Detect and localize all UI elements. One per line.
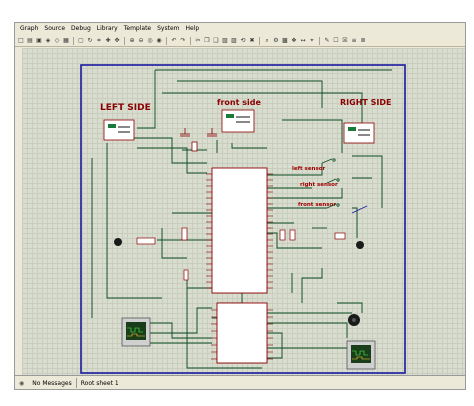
isis-window: Graph Source Debug Library Template Syst…: [14, 22, 466, 390]
toolbar-separator: [319, 36, 320, 45]
front-sensor-module[interactable]: [221, 109, 255, 133]
heading-front-side: front side: [217, 98, 261, 107]
remove-sheet-icon[interactable]: ☒: [341, 37, 349, 45]
toolbar-separator: [73, 36, 74, 45]
area-icon[interactable]: ▢: [77, 37, 85, 45]
bill-icon[interactable]: ≣: [359, 37, 367, 45]
right-sensor-module[interactable]: [343, 122, 375, 144]
buzzer-led[interactable]: [334, 205, 368, 249]
menu-system[interactable]: System: [154, 23, 182, 35]
pan-icon[interactable]: ✥: [113, 37, 121, 45]
make-device-icon[interactable]: ⚙: [272, 37, 280, 45]
status-indicator-icon: ◉: [19, 379, 25, 387]
menu-graph[interactable]: Graph: [17, 23, 41, 35]
block-copy-icon[interactable]: ▧: [221, 37, 229, 45]
menu-bar: Graph Source Debug Library Template Syst…: [15, 23, 465, 35]
netlist-icon[interactable]: ≡: [350, 37, 358, 45]
front-sensor-label: front sensor: [298, 202, 336, 208]
print-icon[interactable]: ▦: [62, 37, 70, 45]
microcontroller-chip[interactable]: [206, 167, 273, 294]
left-sensor-module[interactable]: [103, 119, 135, 141]
refresh-icon[interactable]: ↻: [86, 37, 94, 45]
left-motor[interactable]: [114, 237, 156, 246]
undo-icon[interactable]: ↶: [170, 37, 178, 45]
schematic-canvas[interactable]: LEFT SIDE front side RIGHT SIDE left sen…: [22, 48, 465, 375]
search-tag-icon[interactable]: ⌖: [308, 37, 316, 45]
new-sheet-icon[interactable]: ☐: [332, 37, 340, 45]
copy-icon[interactable]: ❐: [203, 37, 211, 45]
toolbar-separator: [166, 36, 167, 45]
zoom-in-icon[interactable]: ⊕: [128, 37, 136, 45]
open-icon[interactable]: ▤: [26, 37, 34, 45]
menu-library[interactable]: Library: [94, 23, 121, 35]
save-icon[interactable]: ▣: [35, 37, 43, 45]
pick-icon[interactable]: ⌕: [263, 37, 271, 45]
block-delete-icon[interactable]: ✖: [248, 37, 256, 45]
grid-icon[interactable]: ⌗: [95, 37, 103, 45]
status-sheet[interactable]: Root sheet 1: [77, 380, 123, 387]
menu-help[interactable]: Help: [183, 23, 203, 35]
new-icon[interactable]: □: [17, 37, 25, 45]
status-messages[interactable]: No Messages: [28, 380, 76, 387]
zoom-area-icon[interactable]: ◉: [155, 37, 163, 45]
oscilloscope-right[interactable]: [346, 340, 376, 370]
menu-debug[interactable]: Debug: [68, 23, 94, 35]
toolbar-separator: [124, 36, 125, 45]
schematic-drawing: LEFT SIDE front side RIGHT SIDE left sen…: [80, 64, 406, 374]
block-move-icon[interactable]: ▨: [230, 37, 238, 45]
export-icon[interactable]: ◇: [53, 37, 61, 45]
oscilloscope-left[interactable]: [121, 317, 151, 347]
cut-icon[interactable]: ✂: [194, 37, 202, 45]
block-rotate-icon[interactable]: ⟲: [239, 37, 247, 45]
zoom-out-icon[interactable]: ⊖: [137, 37, 145, 45]
property-assign-icon[interactable]: ✎: [323, 37, 331, 45]
toolbar: □ ▤ ▣ ◈ ◇ ▦ ▢ ↻ ⌗ ✚ ✥ ⊕ ⊖ ◎ ◉ ↶ ↷ ✂ ❐ ❑ ▧ ▨ ⟲ ✖ ⌕ ⚙ ▩ ❖ ↔ ⌖ ✎ ☐ ☒ ≡ ≣: [15, 35, 465, 47]
decompose-icon[interactable]: ❖: [290, 37, 298, 45]
redo-icon[interactable]: ↷: [179, 37, 187, 45]
right-sensor-label: right sensor: [300, 182, 338, 188]
toolbar-separator: [190, 36, 191, 45]
heading-right-side: RIGHT SIDE: [340, 98, 391, 107]
heading-left-side: LEFT SIDE: [100, 103, 151, 113]
zoom-all-icon[interactable]: ◎: [146, 37, 154, 45]
menu-template[interactable]: Template: [121, 23, 154, 35]
menu-source[interactable]: Source: [41, 23, 68, 35]
switch-left[interactable]: [321, 158, 336, 164]
paste-icon[interactable]: ❑: [212, 37, 220, 45]
right-motor[interactable]: [348, 314, 360, 326]
import-icon[interactable]: ◈: [44, 37, 52, 45]
wire-autorouter-icon[interactable]: ↔: [299, 37, 307, 45]
origin-icon[interactable]: ✚: [104, 37, 112, 45]
motor-driver-chip[interactable]: [211, 302, 273, 364]
left-sensor-label: left sensor: [292, 166, 326, 172]
toolbar-separator: [259, 36, 260, 45]
packaging-icon[interactable]: ▩: [281, 37, 289, 45]
status-bar: ◉ No Messages Root sheet 1: [15, 375, 465, 389]
